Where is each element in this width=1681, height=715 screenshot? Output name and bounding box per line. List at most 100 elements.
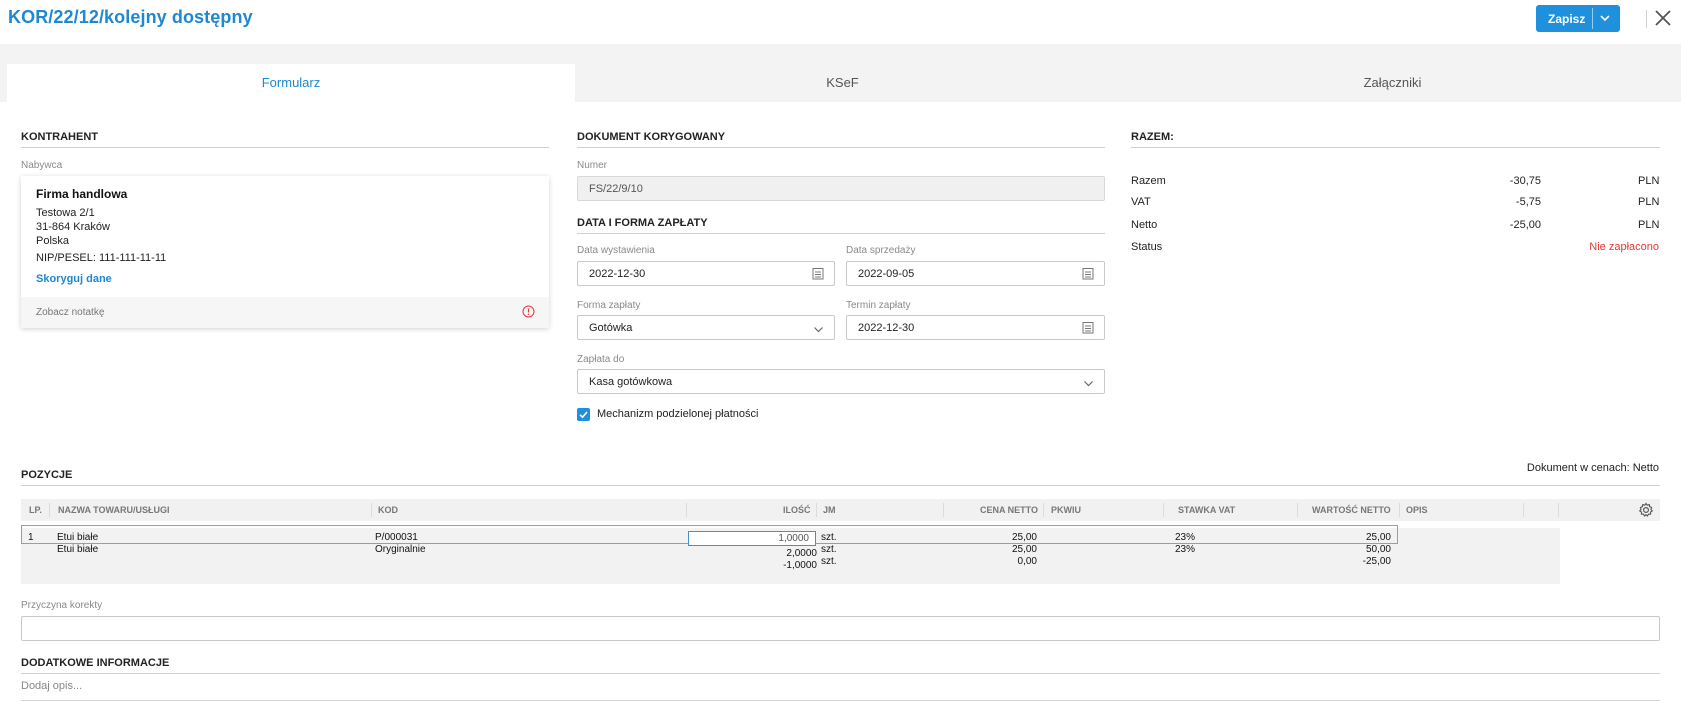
chevron-down-icon[interactable]: [1083, 377, 1094, 391]
description-placeholder[interactable]: Dodaj opis...: [21, 680, 82, 692]
close-icon[interactable]: [1653, 8, 1673, 31]
row-code-original: Oryginalnie: [375, 544, 426, 555]
total-net-value: -25,00: [1509, 219, 1541, 231]
row-unit-original: szt.: [821, 544, 837, 555]
buyer-country: Polska: [36, 235, 70, 247]
edit-buyer-link[interactable]: Skoryguj dane: [36, 273, 112, 285]
tab-formularz[interactable]: Formularz: [7, 64, 575, 102]
row-vat-rate-original: 23%: [1175, 544, 1196, 555]
total-gross-label: Razem: [1131, 175, 1166, 187]
correction-reason-label: Przyczyna korekty: [21, 600, 103, 611]
status-label: Status: [1131, 241, 1163, 253]
calendar-icon[interactable]: [1082, 267, 1094, 283]
total-vat-label: VAT: [1131, 196, 1151, 208]
buyer-name: Firma handlowa: [36, 187, 128, 201]
tab-ksef[interactable]: KSeF: [575, 64, 1110, 102]
row-net-price-diff: 0,00: [1017, 556, 1037, 567]
row-unit-diff: szt.: [821, 556, 837, 567]
chevron-down-icon[interactable]: [813, 323, 824, 337]
chevron-down-icon[interactable]: [1599, 10, 1611, 29]
positions-heading: POZYCJE: [21, 469, 1660, 486]
total-net-currency: PLN: [1638, 219, 1660, 231]
buyer-label: Nabywca: [21, 160, 63, 171]
row-qty-original: 2,0000: [786, 548, 817, 559]
due-date-value: 2022-12-30: [858, 322, 915, 334]
row-net-value-diff: -25,00: [1362, 556, 1391, 567]
doc-number-label: Numer: [577, 160, 608, 171]
pay-to-select[interactable]: Kasa gotówkowa: [577, 369, 1105, 394]
quantity-input[interactable]: 1,0000: [688, 531, 816, 546]
split-payment-checkbox[interactable]: [577, 408, 590, 421]
row-name-original: Etui białe: [57, 544, 99, 555]
correction-reason-input[interactable]: [21, 616, 1660, 641]
row-net-price-original: 25,00: [1011, 544, 1037, 555]
buyer-card: Firma handlowa Testowa 2/1 31-864 Kraków…: [21, 176, 549, 328]
doc-number-field: FS/22/9/10: [577, 176, 1105, 201]
doc-number-value: FS/22/9/10: [589, 183, 643, 195]
col-description: OPIS: [1406, 505, 1428, 515]
tab-zalaczniki[interactable]: Załączniki: [1110, 64, 1675, 102]
total-net-label: Netto: [1131, 219, 1158, 231]
row-lp: 1: [28, 532, 34, 543]
document-title: KOR/22/12/kolejny dostępny: [8, 7, 253, 27]
row-net-price[interactable]: 25,00: [1012, 532, 1037, 543]
issue-date-input[interactable]: 2022-12-30: [577, 261, 835, 286]
buyer-nip: NIP/PESEL: 111-111-11-11: [36, 252, 167, 264]
view-note-link[interactable]: Zobacz notatkę: [36, 307, 104, 318]
total-vat-currency: PLN: [1638, 196, 1660, 208]
row-vat-rate[interactable]: 23%: [1175, 532, 1195, 543]
positions-table-header: LP. NAZWA TOWARU/USŁUGI KOD ILOŚĆ JM CEN…: [21, 499, 1660, 521]
status-value: Nie zapłacono: [1589, 241, 1659, 253]
payment-heading: DATA I FORMA ZAPŁATY: [577, 217, 1105, 234]
row-code[interactable]: P/000031: [375, 532, 418, 543]
header-divider: [1646, 10, 1647, 28]
payment-method-select[interactable]: Gotówka: [577, 315, 835, 340]
row-unit[interactable]: szt.: [821, 532, 837, 543]
split-payment-label[interactable]: Mechanizm podzielonej płatności: [597, 408, 758, 420]
calendar-icon[interactable]: [1082, 321, 1094, 337]
due-date-label: Termin zapłaty: [846, 300, 911, 311]
col-net-price: CENA NETTO: [980, 505, 1039, 515]
sale-date-value: 2022-09-05: [858, 268, 915, 280]
pay-to-value: Kasa gotówkowa: [589, 376, 673, 388]
issue-date-value: 2022-12-30: [589, 268, 646, 280]
col-vat-rate: STAWKA VAT: [1178, 505, 1236, 515]
col-separator: [1523, 503, 1524, 517]
sale-date-input[interactable]: 2022-09-05: [846, 261, 1105, 286]
warning-icon[interactable]: [522, 305, 535, 321]
col-unit: JM: [823, 505, 836, 515]
col-separator: [371, 503, 372, 517]
calendar-icon[interactable]: [812, 267, 824, 283]
issue-date-label: Data wystawienia: [577, 245, 655, 256]
pay-to-label: Zapłata do: [577, 354, 625, 365]
buyer-card-footer: Zobacz notatkę: [21, 297, 549, 328]
quantity-input-value: 1,0000: [778, 533, 809, 544]
sale-date-label: Data sprzedaży: [846, 245, 916, 256]
row-net-value-original: 50,00: [1365, 544, 1391, 555]
buyer-street: Testowa 2/1: [36, 207, 95, 219]
col-net-value: WARTOŚĆ NETTO: [1312, 505, 1391, 515]
col-separator: [1043, 503, 1044, 517]
col-name: NAZWA TOWARU/USŁUGI: [58, 505, 170, 515]
due-date-input[interactable]: 2022-12-30: [846, 315, 1105, 340]
total-gross-currency: PLN: [1638, 175, 1660, 187]
save-button[interactable]: Zapisz: [1536, 5, 1620, 32]
col-separator: [1558, 503, 1559, 517]
description-underline: [21, 700, 1660, 701]
save-button-separator: [1592, 8, 1593, 29]
save-button-label: Zapisz: [1548, 12, 1586, 26]
col-separator: [1399, 503, 1400, 517]
kontrahent-heading: KONTRAHENT: [21, 131, 549, 148]
col-code: KOD: [378, 505, 398, 515]
gear-icon[interactable]: [1638, 502, 1654, 521]
row-net-value: 25,00: [1365, 532, 1391, 543]
corrected-doc-heading: DOKUMENT KORYGOWANY: [577, 131, 1105, 148]
col-separator: [1297, 503, 1298, 517]
col-separator: [816, 503, 817, 517]
col-pkwiu: PKWIU: [1051, 505, 1081, 515]
col-separator: [49, 503, 50, 517]
row-name[interactable]: Etui białe: [57, 532, 98, 543]
additional-info-heading: DODATKOWE INFORMACJE: [21, 657, 1660, 674]
payment-method-value: Gotówka: [589, 322, 633, 334]
row-qty-diff: -1,0000: [783, 560, 817, 571]
